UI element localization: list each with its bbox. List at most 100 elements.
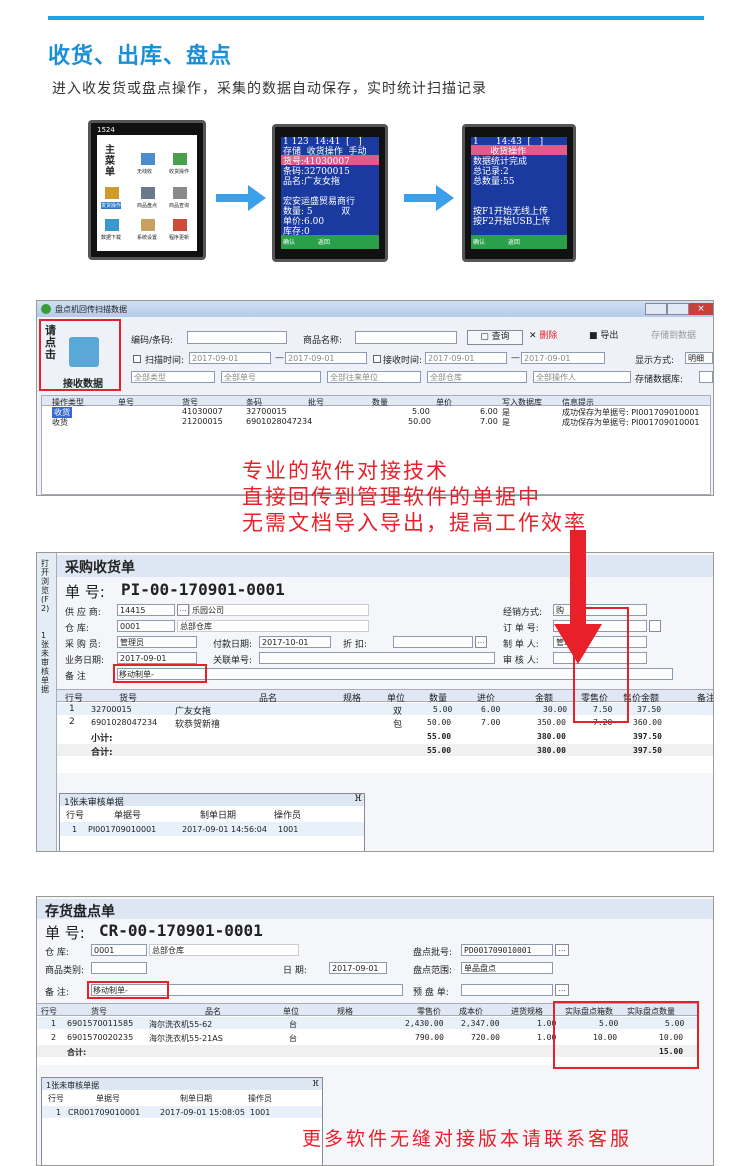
inv-date-input[interactable]: 2017-09-01 [329,962,387,974]
warehouse-name: 总部仓库 [177,620,369,632]
biz-date-input[interactable]: 2017-09-01 [117,652,197,664]
recv-time-label: 接收时间: [383,356,423,366]
purchase-doc-no: PI-00-170901-0001 [121,580,285,599]
ship-icon[interactable] [105,187,119,199]
discount-input[interactable] [393,636,473,648]
inventory-doc-label: 单 号: [45,924,85,942]
scan-to-input[interactable]: 2017-09-01 [285,352,367,364]
pin-icon[interactable]: ⴼ [354,794,362,804]
recv-time-checkbox[interactable] [373,355,381,363]
pre-lookup-button[interactable]: … [555,984,569,996]
pay-date-input[interactable]: 2017-10-01 [259,636,331,648]
phone-upload-text: 1 14:43 [ ] 收货操作 数据统计完成 总记录:2 总数量:55 按F1… [473,137,551,227]
inv-pre-input[interactable] [461,984,553,996]
phone-icon-label: 发货操作 [101,202,122,209]
recv-from-input[interactable]: 2017-09-01 [425,352,507,364]
phone-main-menu: 1524 主 菜 单 无线收 收货操作 发货操作 商品盘点 商品查询 数据下载 … [88,120,206,260]
filter-docno-select[interactable]: 全部单号 [221,371,321,383]
receive-icon[interactable] [173,153,187,165]
phone-footer: 确认 返回 [283,239,330,246]
section-subtitle: 进入收发货或盘点操作，采集的数据自动保存，实时统计扫描记录 [52,81,487,97]
filter-warehouse-select[interactable]: 全部仓库 [427,371,527,383]
scan-time-label: 扫描时间: [145,356,185,366]
arrow-down-icon [554,530,602,664]
display-mode-label: 显示方式: [635,356,675,366]
promo-line-2: 直接回传到管理软件的单据中 [242,485,541,509]
discount-lookup-button[interactable]: … [475,636,487,648]
receive-data-button[interactable]: 接收数据 [63,375,103,390]
inv-batch-input: PD001709010001 [461,944,553,956]
phone-icon-label: 商品盘点 [137,203,158,209]
inventory-title: 存货盘点单 [45,904,115,920]
window-title: 盘点机回传扫描数据 [55,305,127,314]
pending-panel: 1张未审核单据 ⴼ 行号 单据号 制单日期 操作员 1 PI0017090100… [59,793,365,851]
buyer-input[interactable]: 管理员 [117,636,197,648]
purchase-doc-label: 单 号: [65,583,105,601]
arrow-right-icon [404,185,454,211]
inv-category-input[interactable] [91,962,147,974]
download-icon[interactable] [105,219,119,231]
inv-pending-panel: 1张未审核单据 ⴼ 行号 单据号 制单日期 操作员 1 CR0017090100… [41,1077,323,1165]
promo-line-1: 专业的软件对接技术 [242,459,449,483]
recv-to-input[interactable]: 2017-09-01 [521,352,605,364]
store-db-select[interactable] [699,371,713,383]
barcode-label: 编码/条码: [131,336,174,346]
inv-warehouse-name: 总部仓库 [149,944,299,956]
scan-time-checkbox[interactable] [133,355,141,363]
order-lookup-button[interactable] [649,620,661,632]
barcode-input[interactable] [187,331,287,344]
related-no-input[interactable] [259,652,495,664]
delete-button[interactable]: ✕ 删除 [529,330,579,345]
pin-icon[interactable]: ⴼ [312,1079,319,1088]
phone-receive-text: 1 123 14:41 [ ] 存储 收货操作 手动 货号:41030007 条… [283,137,367,237]
phone-icon-label: 无线收 [137,169,153,175]
phone-receive-screen: 1 123 14:41 [ ] 存储 收货操作 手动 货号:41030007 条… [272,124,388,262]
phone-icon-label: 商品查询 [169,203,190,209]
filter-operator-select[interactable]: 全部操作人 [533,371,631,383]
receive-hint: 请 点 击 [45,324,56,361]
side-tab-browse[interactable]: 打开浏览(F2) [41,559,53,613]
filter-partner-select[interactable]: 全部往来单位 [327,371,421,383]
phone-icon-label: 数据下载 [101,235,122,241]
count-icon[interactable] [141,187,155,199]
query-button[interactable]: ▢ 查询 [467,330,523,345]
supplier-name: 乐园公司 [189,604,369,616]
promo-line-3: 无需文档导入导出，提高工作效率 [242,511,587,535]
purchase-window: 打开浏览(F2) 1张未审核单据 采购收货单 单 号: PI-00-170901… [36,552,714,852]
warehouse-code-input[interactable]: 0001 [117,620,175,632]
store-db-label: 存储数据库: [635,375,684,385]
side-tab-pending[interactable]: 1张未审核单据 [41,631,53,694]
supplier-lookup-button[interactable]: … [177,604,189,616]
phone-menu-title: 主 菜 单 [105,145,115,178]
minimize-button[interactable] [645,303,667,315]
batch-lookup-button[interactable]: … [555,944,569,956]
section-title: 收货、出库、盘点 [48,44,233,69]
arrow-right-icon [216,185,266,211]
inv-note-highlight [87,981,169,999]
phone-upload-screen: 1 14:43 [ ] 收货操作 数据统计完成 总记录:2 总数量:55 按F1… [462,124,576,262]
update-icon[interactable] [173,219,187,231]
phone-icon-label: 系统设置 [137,235,158,241]
maximize-button[interactable] [667,303,689,315]
app-icon [41,304,51,314]
receive-data-icon[interactable] [69,337,99,367]
filter-type-select[interactable]: 全部类型 [131,371,215,383]
product-name-label: 商品名称: [303,336,343,346]
close-button[interactable]: × [689,303,713,315]
scan-from-input[interactable]: 2017-09-01 [189,352,271,364]
inv-warehouse-code[interactable]: 0001 [91,944,147,956]
phone-status-time: 1524 [97,126,115,134]
product-name-input[interactable] [355,331,457,344]
settings-icon[interactable] [141,219,155,231]
display-mode-select[interactable]: 明细 [685,352,713,364]
wireless-icon[interactable] [141,153,155,165]
export-button[interactable]: ■ 导出 [589,330,639,345]
footer-promo: 更多软件无缝对接版本请联系客服 [302,1128,633,1150]
inv-range-input[interactable]: 单品盘点 [461,962,553,974]
phone-footer: 确认 返回 [473,239,520,246]
query-icon[interactable] [173,187,187,199]
phone-icon-label: 收货操作 [169,169,190,175]
store-to-db-button[interactable]: 存储到数据 [651,330,713,345]
supplier-code-input[interactable]: 14415 [117,604,175,616]
phone-icon-label: 程序更新 [169,235,190,241]
